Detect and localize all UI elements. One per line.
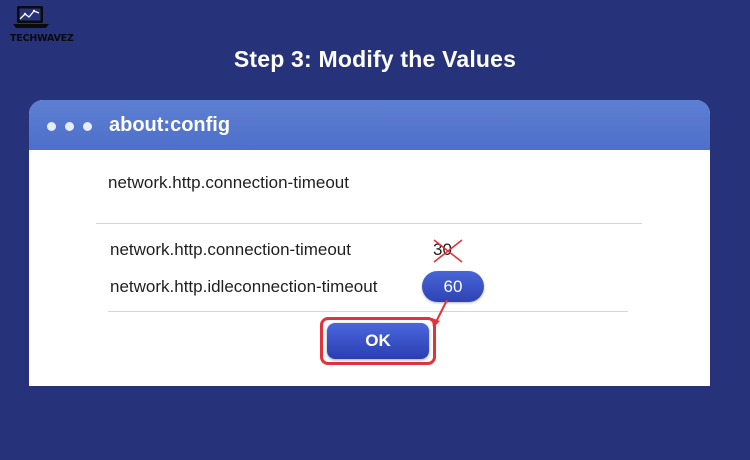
window-dot[interactable]	[65, 122, 74, 131]
ok-button[interactable]: OK	[327, 323, 429, 359]
window-title: about:config	[109, 114, 231, 136]
browser-window: about:config network.http.connection-tim…	[29, 100, 710, 386]
window-titlebar: about:config	[29, 100, 710, 150]
window-dot[interactable]	[47, 122, 56, 131]
window-dot[interactable]	[83, 122, 92, 131]
divider	[108, 311, 628, 312]
page-title: Step 3: Modify the Values	[233, 46, 517, 72]
laptop-chart-icon	[13, 6, 49, 28]
preference-name-connection-timeout: network.http.connection-timeout	[110, 240, 351, 259]
brand-name: TECHWAVEZ	[10, 33, 74, 44]
preference-search-name: network.http.connection-timeout	[108, 173, 349, 192]
brand-logo: TECHWAVEZ	[6, 4, 76, 44]
divider	[96, 223, 642, 224]
preference-name-idleconnection-timeout: network.http.idleconnection-timeout	[110, 277, 378, 296]
old-value: 30	[433, 239, 463, 263]
strike-cross-icon	[433, 239, 463, 263]
